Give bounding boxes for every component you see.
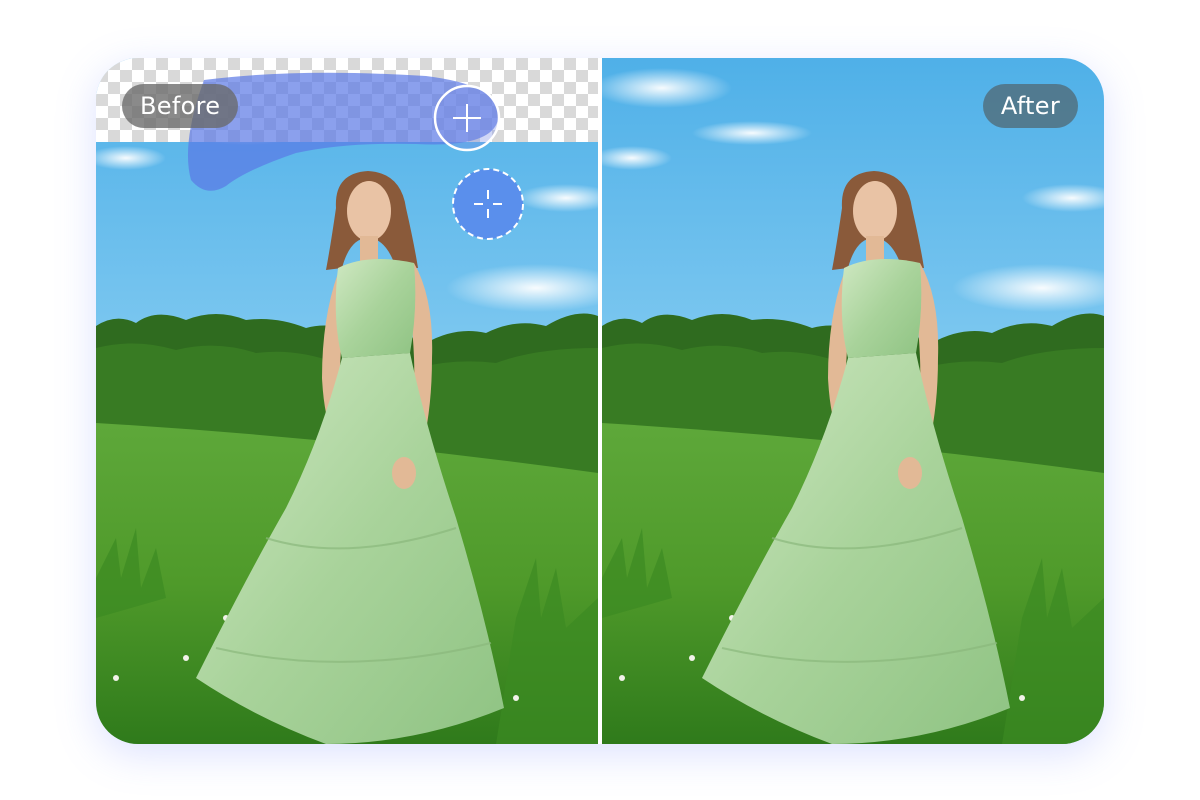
- before-after-comparison-card: Before After: [96, 58, 1104, 744]
- crosshair-brush-icon: [452, 168, 524, 240]
- before-pane: Before: [96, 58, 598, 744]
- before-label: Before: [122, 84, 239, 128]
- brush-cursor[interactable]: [450, 166, 526, 242]
- after-label: After: [982, 84, 1078, 128]
- plus-circle-icon: [433, 84, 501, 152]
- after-pane: After: [602, 58, 1104, 744]
- brush-stroke-overlay: [187, 72, 499, 191]
- after-photo: [602, 58, 1104, 744]
- add-selection-tool[interactable]: [432, 83, 502, 153]
